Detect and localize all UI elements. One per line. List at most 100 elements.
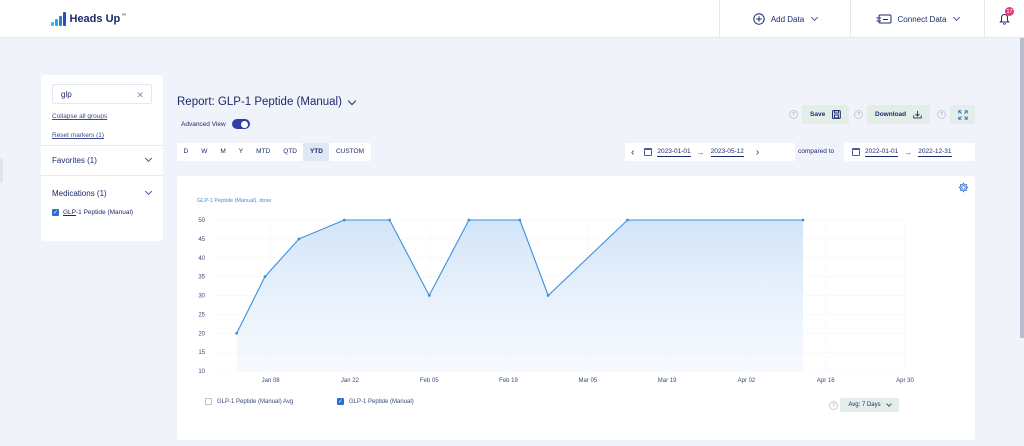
chart-card: GLP-1 Peptide (Manual), dose 10 15 20 25 30 3… bbox=[177, 176, 975, 440]
advanced-view-label: Advanced View bbox=[181, 120, 226, 128]
y-tick-label: 45 bbox=[198, 237, 205, 243]
add-data-label: Add Data bbox=[770, 14, 805, 24]
calendar-icon bbox=[852, 148, 860, 156]
connect-data-button[interactable]: Connect Data bbox=[850, 0, 984, 38]
page-scrollbar[interactable] bbox=[1020, 38, 1024, 338]
compare-end-date[interactable]: 2022-12-31 bbox=[918, 148, 952, 157]
advanced-view-row: Advanced View bbox=[181, 119, 250, 129]
tab-d[interactable]: D bbox=[177, 143, 195, 161]
medication-checkbox[interactable]: ✓ bbox=[52, 209, 59, 216]
y-tick-label: 30 bbox=[198, 294, 205, 300]
y-tick-label: 50 bbox=[198, 218, 205, 224]
y-tick-label: 35 bbox=[198, 275, 205, 281]
report-title: Report: GLP-1 Peptide (Manual) bbox=[177, 96, 342, 108]
legend-series[interactable]: ✓ GLP-1 Peptide (Manual) bbox=[337, 398, 414, 405]
y-tick-label: 40 bbox=[198, 256, 205, 262]
data-point bbox=[427, 294, 431, 297]
x-tick-label: Mar 19 bbox=[658, 378, 677, 384]
expand-icon bbox=[957, 109, 968, 120]
data-point bbox=[235, 331, 239, 335]
series-glp1 bbox=[235, 218, 805, 371]
data-point bbox=[263, 275, 267, 279]
x-tick-label: Apr 16 bbox=[817, 378, 835, 384]
arrow-right-icon: → bbox=[904, 147, 913, 157]
tab-y[interactable]: Y bbox=[232, 143, 249, 161]
download-button[interactable]: Download bbox=[867, 105, 930, 124]
clear-search-icon[interactable]: ✕ bbox=[136, 90, 144, 101]
next-period-button[interactable]: › bbox=[756, 147, 759, 158]
plus-circle-icon bbox=[753, 13, 765, 25]
help-icon[interactable]: ? bbox=[854, 110, 863, 119]
group-medications[interactable]: Medications (1) bbox=[52, 189, 107, 198]
app-name: Heads Up bbox=[69, 13, 121, 25]
tab-w[interactable]: W bbox=[195, 143, 214, 161]
notifications-button[interactable]: 17 bbox=[984, 0, 1024, 38]
gear-icon[interactable] bbox=[958, 182, 969, 193]
download-label: Download bbox=[875, 111, 907, 118]
y-tick-label: 25 bbox=[198, 312, 205, 318]
side-drawer-handle[interactable] bbox=[0, 158, 3, 182]
fullscreen-button[interactable] bbox=[950, 105, 975, 124]
x-tick-label: Mar 05 bbox=[578, 378, 597, 384]
calendar-icon bbox=[644, 148, 653, 156]
legend-avg-checkbox[interactable] bbox=[205, 398, 212, 405]
help-icon[interactable]: ? bbox=[937, 110, 946, 119]
chart-series-label: GLP-1 Peptide (Manual), dose bbox=[197, 198, 271, 204]
group-favorites[interactable]: Favorites (1) bbox=[52, 156, 97, 165]
data-point bbox=[801, 218, 805, 222]
connect-data-label: Connect Data bbox=[897, 14, 947, 24]
save-button[interactable]: Save bbox=[802, 105, 849, 124]
filter-panel: ✕ Collapse all groups Reset markers (1) … bbox=[41, 75, 163, 241]
tab-mtd[interactable]: MTD bbox=[250, 143, 277, 161]
start-date[interactable]: 2023-01-01 bbox=[657, 148, 691, 157]
compared-to-label: compared to bbox=[798, 148, 835, 155]
connect-device-icon bbox=[876, 14, 892, 23]
tab-ytd[interactable]: YTD bbox=[303, 143, 330, 161]
add-data-button[interactable]: Add Data bbox=[719, 0, 850, 38]
chevron-down-icon[interactable] bbox=[144, 154, 153, 163]
logo-bars-icon bbox=[51, 12, 66, 26]
search-box: ✕ bbox=[52, 84, 152, 104]
chevron-down-icon bbox=[953, 13, 961, 22]
data-point bbox=[297, 237, 301, 241]
x-tick-label: Feb 19 bbox=[499, 378, 518, 384]
tab-custom[interactable]: CUSTOM bbox=[329, 143, 370, 161]
avg-label: Avg: 7 Days bbox=[848, 402, 881, 408]
tab-qtd[interactable]: QTD bbox=[277, 143, 304, 161]
help-icon[interactable]: ? bbox=[829, 401, 838, 410]
chevron-down-icon bbox=[347, 96, 357, 105]
avg-period-dropdown[interactable]: Avg: 7 Days bbox=[840, 398, 899, 412]
advanced-view-toggle[interactable] bbox=[231, 119, 250, 129]
end-date[interactable]: 2023-05-12 bbox=[710, 148, 744, 157]
search-input[interactable] bbox=[61, 89, 131, 99]
download-icon bbox=[913, 110, 922, 119]
data-point bbox=[467, 218, 471, 222]
dose-chart: GLP-1 Peptide (Manual), dose 10 15 20 25 30 3… bbox=[197, 198, 915, 384]
tab-m[interactable]: M bbox=[214, 143, 232, 161]
x-axis: Jan 08 Jan 22 Feb 05 Feb 19 Mar 05 Mar 19 Apr … bbox=[262, 378, 915, 384]
data-point bbox=[388, 218, 391, 222]
medication-item-glp1[interactable]: ✓ GLP-1 Peptide (Manual) bbox=[52, 209, 133, 216]
collapse-all-groups-link[interactable]: Collapse all groups bbox=[52, 113, 107, 120]
reset-markers-link[interactable]: Reset markers (1) bbox=[52, 132, 104, 139]
data-point bbox=[518, 218, 522, 222]
app-trademark: ™ bbox=[121, 13, 127, 19]
report-title-dropdown[interactable]: Report: GLP-1 Peptide (Manual) bbox=[177, 96, 357, 108]
y-axis: 10 15 20 25 30 35 40 45 50 bbox=[198, 218, 205, 375]
legend-avg[interactable]: GLP-1 Peptide (Manual) Avg bbox=[205, 398, 293, 405]
data-point bbox=[546, 294, 550, 297]
divider bbox=[41, 145, 163, 146]
date-range-picker: ‹ 2023-01-01 → 2023-05-12 › bbox=[625, 143, 795, 161]
range-tabs: D W M Y MTD QTD YTD CUSTOM bbox=[177, 143, 371, 161]
chevron-down-icon[interactable] bbox=[144, 187, 153, 196]
help-icon[interactable]: ? bbox=[789, 110, 798, 119]
data-point bbox=[342, 218, 346, 222]
app-logo[interactable]: Heads Up ™ bbox=[51, 12, 126, 26]
legend-series-label: GLP-1 Peptide (Manual) bbox=[349, 398, 414, 405]
chevron-down-icon bbox=[811, 13, 819, 22]
prev-period-button[interactable]: ‹ bbox=[631, 147, 634, 158]
legend-series-checkbox[interactable]: ✓ bbox=[337, 398, 344, 405]
save-icon bbox=[832, 110, 841, 119]
series-area bbox=[236, 220, 803, 371]
compare-start-date[interactable]: 2022-01-01 bbox=[865, 148, 899, 157]
